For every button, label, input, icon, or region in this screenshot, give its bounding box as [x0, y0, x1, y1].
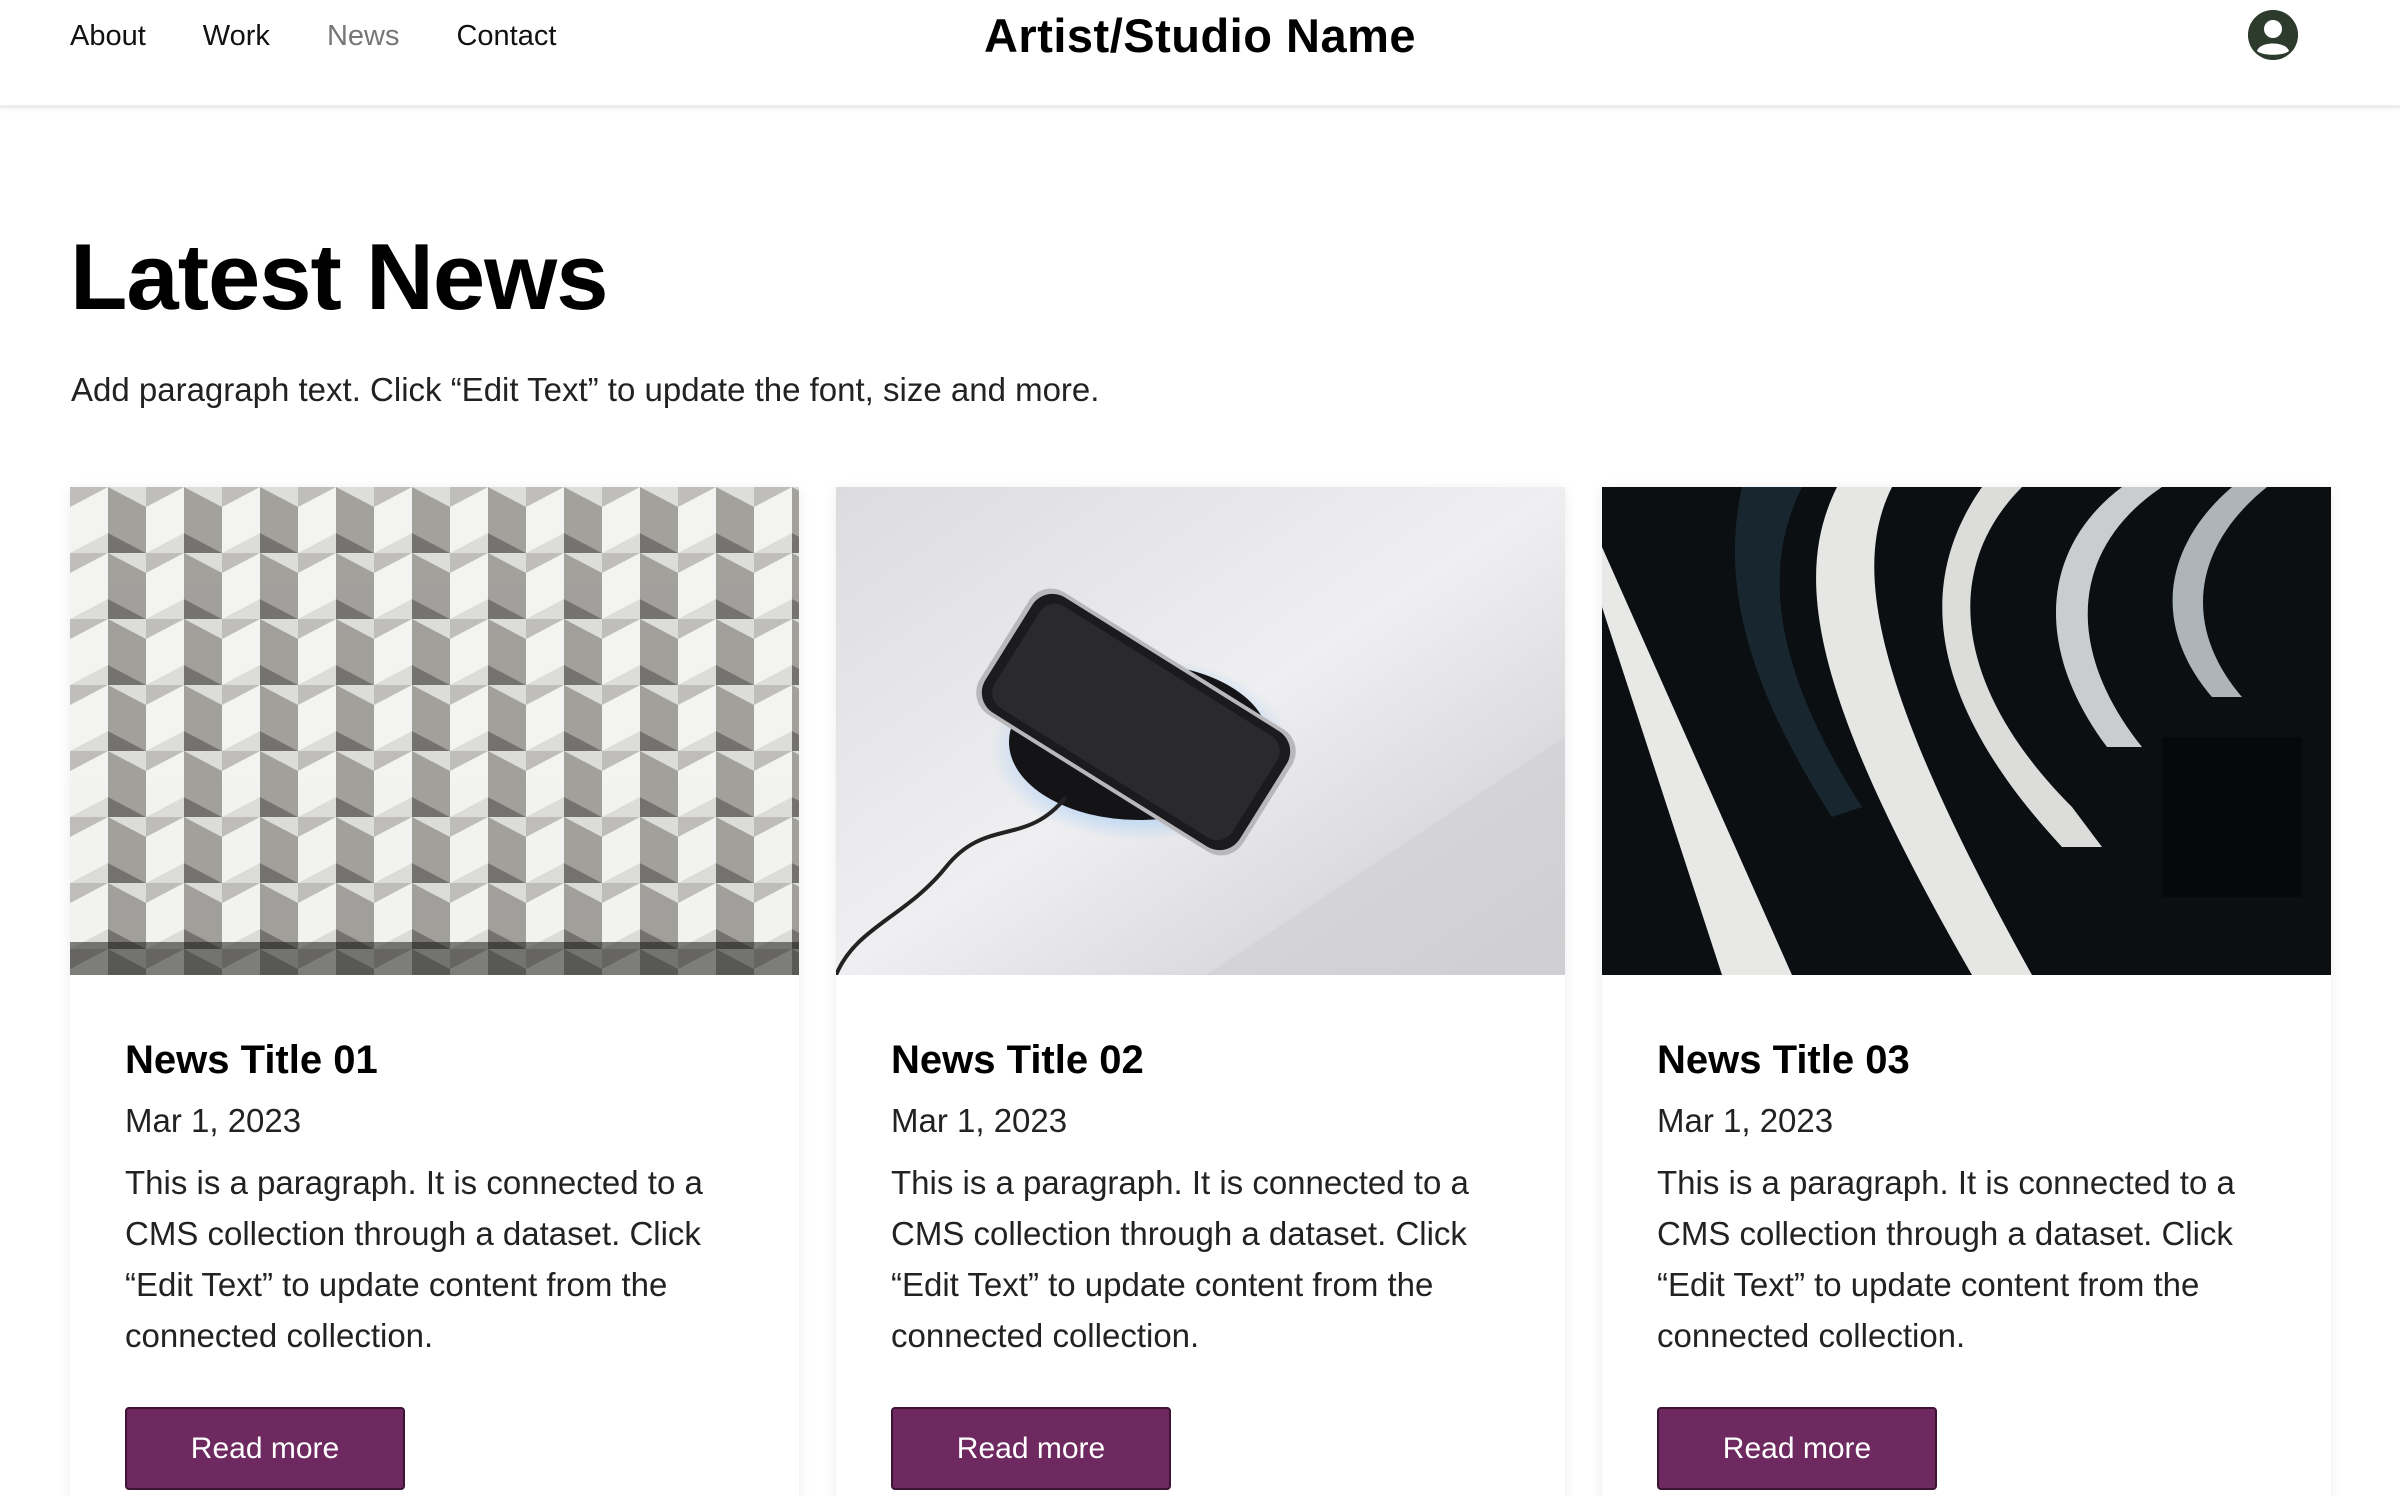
news-card-1: News Title 01 Mar 1, 2023 This is a para… [70, 487, 799, 1496]
news-cards: News Title 01 Mar 1, 2023 This is a para… [70, 487, 2331, 1496]
card-text: This is a paragraph. It is connected to … [891, 1164, 1469, 1354]
page-title: Latest News [70, 224, 609, 329]
card-date: Mar 1, 2023 [891, 1102, 1068, 1139]
staircase-artwork [1602, 487, 2331, 975]
card-title[interactable]: News Title 03 [1657, 1035, 1910, 1085]
card-date: Mar 1, 2023 [125, 1102, 302, 1139]
card-text: This is a paragraph. It is connected to … [125, 1164, 703, 1354]
card-title[interactable]: News Title 02 [891, 1035, 1144, 1085]
facade-artwork [70, 487, 799, 975]
read-more-button[interactable]: Read more [891, 1407, 1171, 1490]
news-card-2: News Title 02 Mar 1, 2023 This is a para… [836, 487, 1565, 1496]
user-avatar-icon[interactable] [2248, 10, 2298, 60]
site-title[interactable]: Artist/Studio Name [0, 6, 2400, 66]
card-date: Mar 1, 2023 [1657, 1102, 1834, 1139]
read-more-button[interactable]: Read more [125, 1407, 405, 1490]
silver-geometric-facade-image[interactable] [70, 487, 799, 975]
site-title-text[interactable]: Artist/Studio Name [984, 6, 1416, 66]
card-title[interactable]: News Title 01 [125, 1035, 378, 1085]
read-more-button[interactable]: Read more [1657, 1407, 1937, 1490]
phone-wireless-charger-image[interactable] [836, 487, 1565, 975]
card-text: This is a paragraph. It is connected to … [1657, 1164, 2235, 1354]
page-intro-text: Add paragraph text. Click “Edit Text” to… [71, 371, 1100, 408]
site-header: About Work News Contact Artist/Studio Na… [0, 0, 2400, 108]
user-silhouette-icon [2248, 10, 2298, 60]
phone-charger-artwork [836, 487, 1565, 975]
dark-spiral-staircase-image[interactable] [1602, 487, 2331, 975]
news-card-3: News Title 03 Mar 1, 2023 This is a para… [1602, 487, 2331, 1496]
